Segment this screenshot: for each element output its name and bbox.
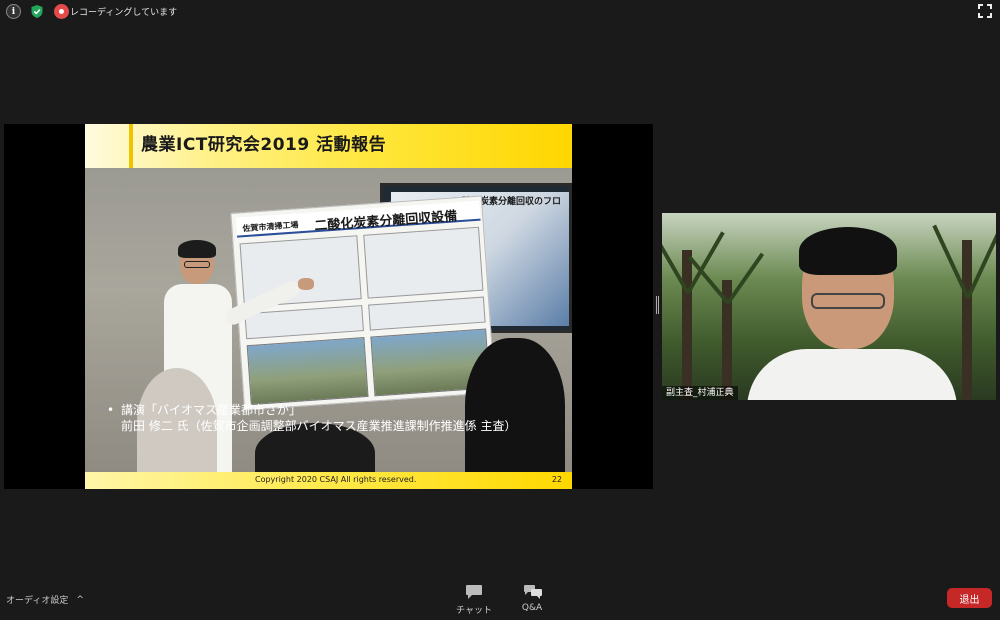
shield-check-icon[interactable] <box>29 4 44 19</box>
audience-head <box>465 338 565 472</box>
slide-title: 農業ICT研究会2019 活動報告 <box>141 135 387 155</box>
info-icon[interactable]: i <box>6 4 21 19</box>
audio-settings-label: オーディオ設定 <box>6 596 69 606</box>
speaker-person <box>747 227 957 400</box>
poster-panel <box>368 296 486 331</box>
chat-button[interactable]: チャット <box>454 584 494 616</box>
slide-page-number: 22 <box>551 475 562 484</box>
slide-footer: Copyright 2020 CSAJ All rights reserved.… <box>85 472 572 489</box>
qa-icon <box>523 584 542 600</box>
qa-button[interactable]: Q&A <box>512 584 552 613</box>
caption-line-1: 講演「バイオマス産業都市さが」 <box>121 403 302 417</box>
slide-header: 農業ICT研究会2019 活動報告 <box>85 124 572 168</box>
fullscreen-icon[interactable] <box>978 3 992 18</box>
recording-icon[interactable] <box>54 4 69 19</box>
caption-bullet: • <box>107 403 115 417</box>
participant-video[interactable]: 副主査_村浦正典 <box>662 213 996 400</box>
poster-title-small: 佐賀市清掃工場 <box>242 220 299 234</box>
presentation-slide: 農業ICT研究会2019 活動報告 二酸化炭素分離回収のフロ 佐賀市清掃工場 二… <box>85 124 572 489</box>
audio-settings-button[interactable]: オーディオ設定 ^ <box>6 593 84 607</box>
chat-label: チャット <box>456 606 492 616</box>
qa-label: Q&A <box>521 603 543 613</box>
poster-photo <box>246 336 369 406</box>
slide-header-accent <box>129 124 133 168</box>
meeting-top-bar: i レコーディングしています <box>0 0 1000 22</box>
slide-photo: 二酸化炭素分離回収のフロ 佐賀市清掃工場 二酸化炭素分離回収設備 • 講演「バイ… <box>85 168 572 472</box>
slide-copyright: Copyright 2020 CSAJ All rights reserved. <box>255 475 417 484</box>
meeting-bottom-bar: オーディオ設定 ^ チャット Q&A 退出 <box>0 580 1000 620</box>
poster-panel <box>363 226 484 299</box>
recording-status-label[interactable]: レコーディングしています <box>70 5 177 18</box>
chat-icon <box>465 584 483 600</box>
split-view-handle[interactable] <box>656 296 659 314</box>
caption-line-2: 前田 修二 氏（佐賀市企画調整部バイオマス産業推進課制作推進係 主査） <box>121 419 517 433</box>
chevron-up-icon[interactable]: ^ <box>76 595 84 605</box>
participant-name-label: 副主査_村浦正典 <box>662 386 738 400</box>
leave-button[interactable]: 退出 <box>947 588 992 608</box>
